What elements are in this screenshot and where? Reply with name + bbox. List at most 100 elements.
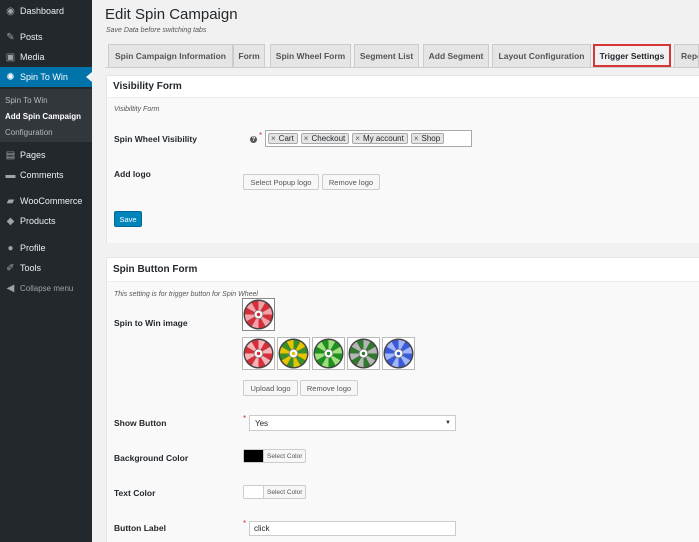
sidebar-item-label: Tools	[20, 263, 42, 273]
spin-button-form-header: Spin Button Form	[107, 258, 699, 282]
selected-wheel-image	[242, 298, 275, 331]
tools-icon: ✐	[6, 262, 15, 274]
tag-checkout: × Checkout	[300, 133, 350, 144]
visibility-form-title: Visibility Form	[113, 81, 182, 92]
sidebar-item-products[interactable]: ◆ Products	[0, 211, 92, 231]
sidebar-item-label: Dashboard	[20, 6, 65, 16]
required-marker: *	[243, 519, 247, 528]
spin-button-form-description: This setting is for trigger button for S…	[114, 291, 258, 298]
upload-logo-button[interactable]: Upload logo	[243, 380, 298, 396]
spin-to-win-submenu: Spin To Win Add Spin Campaign Configurat…	[0, 89, 92, 142]
sidebar-item-label: Profile	[20, 243, 46, 253]
show-button-label: Show Button	[114, 418, 167, 428]
remove-tag-icon[interactable]: ×	[304, 134, 309, 143]
sidebar-item-profile[interactable]: ● Profile	[0, 238, 92, 258]
submenu-item-add-spin-campaign[interactable]: Add Spin Campaign	[5, 112, 81, 121]
collapse-menu-button[interactable]: ◀ Collapse menu	[0, 278, 92, 298]
tag-label: My account	[362, 134, 404, 143]
submenu-item-spin-to-win[interactable]: Spin To Win	[5, 96, 48, 105]
background-color-swatch	[244, 450, 263, 462]
show-button-value: Yes	[255, 418, 269, 428]
tab-layout-configuration[interactable]: Layout Configuration	[492, 44, 591, 67]
tag-label: Cart	[278, 134, 294, 143]
visibility-form-body: Visibiltity Form Spin Wheel Visibility ?…	[107, 98, 699, 243]
sidebar-item-label: Pages	[20, 150, 46, 160]
tab-form[interactable]: Form	[233, 44, 265, 67]
remove-tag-icon[interactable]: ×	[271, 134, 276, 143]
remove-tag-icon[interactable]: ×	[414, 134, 419, 143]
page-title: Edit Spin Campaign	[105, 6, 238, 23]
woocommerce-icon: ▰	[6, 195, 15, 207]
tab-segment-list[interactable]: Segment List	[354, 44, 419, 67]
tag-my-account: × My account	[352, 133, 408, 144]
pin-icon: ✎	[6, 31, 15, 43]
spin-button-form-panel: Spin Button Form This setting is for tri…	[106, 257, 699, 542]
wheel-option-red[interactable]	[242, 337, 275, 370]
spin-button-form-body: This setting is for trigger button for S…	[107, 282, 699, 542]
show-button-select[interactable]: Yes ▼	[249, 415, 456, 431]
sidebar-item-dashboard[interactable]: ◉ Dashboard	[0, 1, 92, 21]
wheel-option-green-gray[interactable]	[347, 337, 380, 370]
remove-tag-icon[interactable]: ×	[355, 134, 360, 143]
submenu-item-configuration[interactable]: Configuration	[5, 128, 53, 137]
sidebar-item-posts[interactable]: ✎ Posts	[0, 27, 92, 47]
background-color-label: Background Color	[114, 453, 189, 463]
tab-spin-campaign-information[interactable]: Spin Campaign Information	[108, 44, 233, 67]
products-icon: ◆	[6, 215, 15, 227]
pages-icon: ▤	[5, 149, 16, 161]
help-icon[interactable]: ?	[250, 136, 257, 143]
tab-reports[interactable]: Reports	[674, 44, 699, 67]
required-marker: *	[243, 414, 247, 423]
collapse-arrow-icon: ◀	[6, 282, 15, 294]
sidebar-item-label: Spin To Win	[20, 72, 68, 82]
spin-to-win-image-label: Spin to Win image	[114, 318, 188, 328]
background-color-picker[interactable]: Select Color	[243, 449, 307, 463]
visibility-form-description: Visibiltity Form	[114, 106, 160, 113]
dashboard-icon: ◉	[6, 5, 15, 17]
remove-logo-button[interactable]: Remove logo	[300, 380, 358, 396]
sidebar-item-tools[interactable]: ✐ Tools	[0, 258, 92, 278]
add-logo-label: Add logo	[114, 169, 151, 179]
collapse-menu-label: Collapse menu	[20, 283, 74, 293]
text-color-label: Text Color	[114, 488, 156, 498]
select-color-button[interactable]: Select Color	[263, 450, 305, 462]
tab-add-segment[interactable]: Add Segment	[423, 44, 489, 67]
page-subtitle: Save Data before switching tabs	[106, 27, 207, 34]
select-popup-logo-button[interactable]: Select Popup logo	[243, 174, 319, 190]
text-color-picker[interactable]: Select Color	[243, 485, 307, 499]
wheel-option-blue[interactable]	[382, 337, 415, 370]
sidebar-item-label: Media	[20, 52, 45, 62]
button-label-label: Button Label	[114, 523, 166, 533]
tab-trigger-settings[interactable]: Trigger Settings	[593, 44, 671, 67]
text-color-swatch	[244, 486, 263, 498]
spin-wheel-icon: ✺	[6, 71, 15, 83]
wheel-option-green[interactable]	[312, 337, 345, 370]
spin-button-form-title: Spin Button Form	[113, 264, 198, 275]
visibility-form-panel: Visibility Form Visibiltity Form Spin Wh…	[106, 75, 699, 243]
wheel-option-yellow-green[interactable]	[277, 337, 310, 370]
select-color-button[interactable]: Select Color	[263, 486, 305, 498]
save-button[interactable]: Save	[114, 211, 142, 227]
admin-sidebar: ◉ Dashboard ✎ Posts ▣ Media ✺ Spin To Wi…	[0, 0, 92, 542]
remove-logo-button[interactable]: Remove logo	[322, 174, 380, 190]
profile-icon: ●	[7, 242, 14, 254]
tab-spin-wheel-form[interactable]: Spin Wheel Form	[270, 44, 351, 67]
spin-wheel-visibility-label: Spin Wheel Visibility	[114, 134, 197, 144]
tag-label: Checkout	[311, 134, 346, 143]
sidebar-item-woocommerce[interactable]: ▰ WooCommerce	[0, 191, 92, 211]
required-marker: *	[259, 131, 263, 140]
chevron-down-icon: ▼	[445, 420, 451, 426]
sidebar-item-spin-to-win[interactable]: ✺ Spin To Win	[0, 67, 92, 87]
tag-shop: × Shop	[410, 133, 445, 144]
sidebar-item-media[interactable]: ▣ Media	[0, 47, 92, 67]
sidebar-item-pages[interactable]: ▤ Pages	[0, 145, 92, 165]
spin-wheel-visibility-select[interactable]: × Cart × Checkout × My account × Shop	[265, 130, 472, 147]
tag-cart: × Cart	[268, 133, 298, 144]
button-label-input[interactable]: click	[249, 521, 456, 536]
sidebar-item-comments[interactable]: ▬ Comments	[0, 165, 92, 185]
media-icon: ▣	[5, 51, 16, 63]
visibility-form-header: Visibility Form	[107, 76, 699, 98]
sidebar-item-label: Comments	[20, 170, 64, 180]
sidebar-item-label: Posts	[20, 32, 43, 42]
tag-label: Shop	[421, 134, 441, 143]
